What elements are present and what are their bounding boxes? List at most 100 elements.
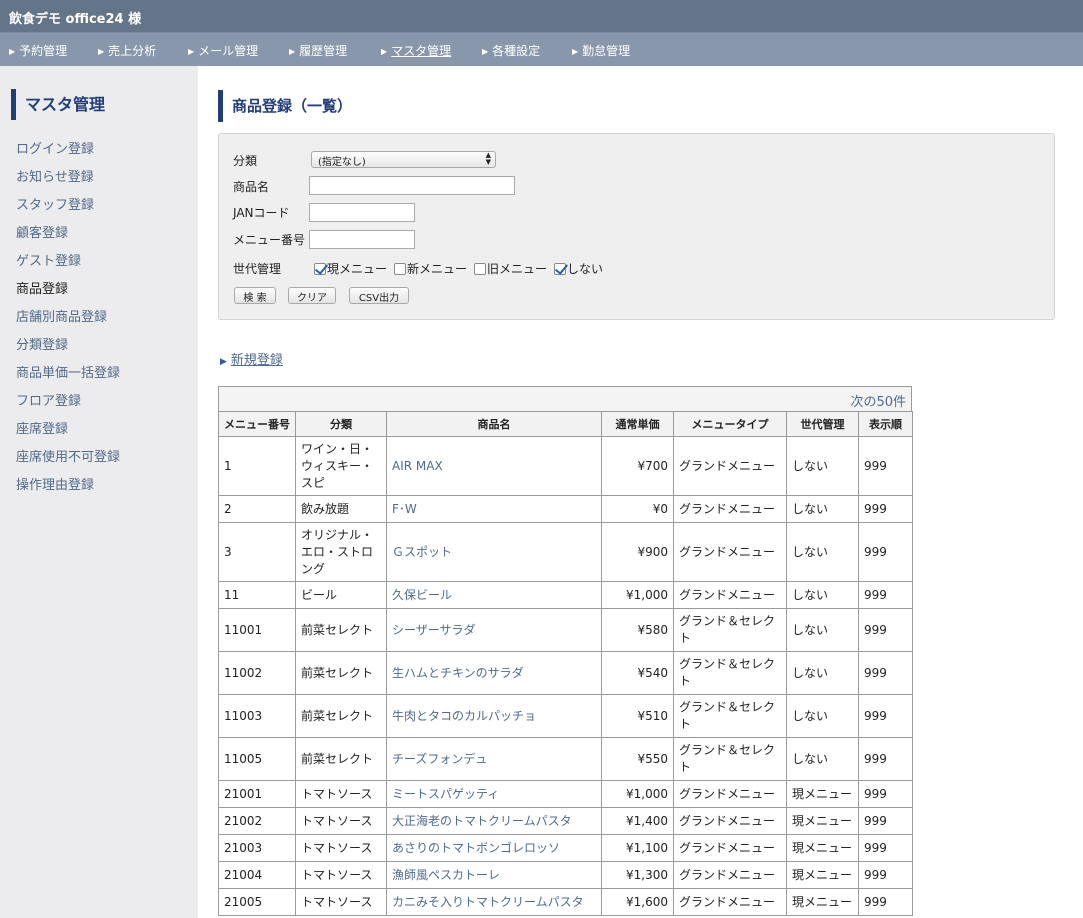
clear-button[interactable]: クリア: [288, 287, 336, 304]
cell-order: 999: [858, 651, 913, 695]
cell-product-name[interactable]: F･W: [386, 495, 602, 523]
checkbox-checked[interactable]: [554, 263, 566, 275]
sidebar-item-notice[interactable]: お知らせ登録: [16, 166, 94, 185]
product-name-label: 商品名: [233, 180, 270, 194]
option-current-menu[interactable]: 現メニュー: [314, 260, 387, 277]
sidebar-item-seat[interactable]: 座席登録: [16, 418, 68, 437]
cell-order: 999: [858, 608, 913, 652]
nav-attendance[interactable]: ▶ 勤怠管理: [572, 42, 630, 59]
sidebar-item-operation-reason[interactable]: 操作理由登録: [16, 474, 94, 493]
nav-master[interactable]: ▶ マスタ管理: [381, 42, 451, 59]
cell-generation: しない: [786, 495, 859, 523]
cell-product-name[interactable]: 久保ビール: [386, 581, 602, 609]
cell-generation: 現メニュー: [786, 888, 859, 916]
cell-menu-no: 11005: [218, 737, 296, 781]
col-header-generation: 世代管理: [786, 411, 859, 437]
sidebar-item-seat-unavailable[interactable]: 座席使用不可登録: [16, 446, 120, 465]
cell-product-name[interactable]: Ｇスポット: [386, 522, 602, 582]
cell-product-name[interactable]: 大正海老のトマトクリームパスタ: [386, 807, 602, 835]
cell-menu-type: グランド＆セレクト: [673, 737, 787, 781]
checkbox-unchecked[interactable]: [474, 263, 486, 275]
cell-category: 前菜セレクト: [295, 608, 387, 652]
sidebar-item-customer[interactable]: 顧客登録: [16, 222, 68, 241]
cell-product-name[interactable]: ミートスパゲッティ: [386, 780, 602, 808]
cell-menu-type: グランド＆セレクト: [673, 694, 787, 738]
cell-product-name[interactable]: カニみそ入りトマトクリームパスタ: [386, 888, 602, 916]
cell-product-name[interactable]: あさりのトマトボンゴレロッソ: [386, 834, 602, 862]
nav-sales-analysis[interactable]: ▶ 売上分析: [98, 42, 156, 59]
cell-category: ビール: [295, 581, 387, 609]
triangle-right-icon: ▶: [9, 47, 16, 56]
sidebar-item-guest[interactable]: ゲスト登録: [16, 250, 81, 269]
cell-menu-type: グランドメニュー: [673, 522, 787, 582]
sidebar-item-floor[interactable]: フロア登録: [16, 390, 81, 409]
nav-mail[interactable]: ▶ メール管理: [188, 42, 258, 59]
sidebar-item-category[interactable]: 分類登録: [16, 334, 68, 353]
table-row: 2 飲み放題 F･W ¥0 グランドメニュー しない 999: [218, 495, 913, 523]
cell-product-name[interactable]: AIR MAX: [386, 436, 602, 496]
table-row: 21004 トマトソース 漁師風ペスカトーレ ¥1,300 グランドメニュー 現メニュー 9…: [218, 861, 913, 889]
table-row: 11 ビール 久保ビール ¥1,000 グランドメニュー しない 999: [218, 581, 913, 609]
cell-product-name[interactable]: シーザーサラダ: [386, 608, 602, 652]
new-registration-link[interactable]: ▶ 新規登録: [220, 349, 283, 368]
jan-code-input[interactable]: [309, 203, 415, 222]
category-select[interactable]: (指定なし) ▲ ▼: [311, 151, 496, 168]
sidebar-item-store-product[interactable]: 店舗別商品登録: [16, 306, 107, 325]
cell-menu-type: グランド＆セレクト: [673, 608, 787, 652]
cell-menu-no: 11: [218, 581, 296, 609]
option-none[interactable]: しない: [554, 260, 603, 277]
cell-category: 飲み放題: [295, 495, 387, 523]
csv-export-button[interactable]: CSV出力: [349, 287, 409, 304]
triangle-right-icon: ▶: [188, 47, 195, 56]
sidebar-item-staff[interactable]: スタッフ登録: [16, 194, 94, 213]
select-arrows-icon: ▲ ▼: [485, 151, 491, 166]
nav-reservation[interactable]: ▶ 予約管理: [9, 42, 67, 59]
cell-generation: しない: [786, 522, 859, 582]
cell-product-name[interactable]: 生ハムとチキンのサラダ: [386, 651, 602, 695]
cell-menu-type: グランドメニュー: [673, 581, 787, 609]
product-name-input[interactable]: [309, 176, 515, 195]
cell-product-name[interactable]: チーズフォンデュ: [386, 737, 602, 781]
cell-price: ¥550: [601, 737, 674, 781]
checkbox-checked[interactable]: [314, 263, 326, 275]
cell-generation: しない: [786, 651, 859, 695]
sidebar-item-bulk-price[interactable]: 商品単価一括登録: [16, 362, 120, 381]
nav-settings[interactable]: ▶ 各種設定: [482, 42, 540, 59]
cell-menu-no: 11001: [218, 608, 296, 652]
cell-order: 999: [858, 888, 913, 916]
cell-category: トマトソース: [295, 861, 387, 889]
table-row: 21005 トマトソース カニみそ入りトマトクリームパスタ ¥1,600 グランドメニュ…: [218, 888, 913, 916]
cell-generation: 現メニュー: [786, 780, 859, 808]
cell-order: 999: [858, 807, 913, 835]
cell-menu-type: グランドメニュー: [673, 436, 787, 496]
option-new-menu[interactable]: 新メニュー: [394, 260, 467, 277]
sidebar-item-product[interactable]: 商品登録: [16, 278, 68, 297]
cell-order: 999: [858, 834, 913, 862]
cell-generation: 現メニュー: [786, 834, 859, 862]
cell-product-name[interactable]: 牛肉とタコのカルパッチョ: [386, 694, 602, 738]
cell-category: 前菜セレクト: [295, 737, 387, 781]
cell-menu-no: 21004: [218, 861, 296, 889]
cell-menu-no: 21002: [218, 807, 296, 835]
cell-price: ¥1,000: [601, 581, 674, 609]
option-old-menu[interactable]: 旧メニュー: [474, 260, 547, 277]
triangle-right-icon: ▶: [98, 47, 105, 56]
menu-number-input[interactable]: [309, 230, 415, 249]
search-button[interactable]: 検 索: [234, 287, 276, 304]
nav-history[interactable]: ▶ 履歴管理: [289, 42, 347, 59]
product-table: メニュー番号 分類 商品名 通常単価 メニュータイプ 世代管理 表示順 1 ワイン…: [218, 411, 913, 916]
cell-menu-no: 1: [218, 436, 296, 496]
checkbox-unchecked[interactable]: [394, 263, 406, 275]
next-page-link[interactable]: 次の50件: [218, 386, 912, 411]
cell-price: ¥0: [601, 495, 674, 523]
cell-order: 999: [858, 581, 913, 609]
cell-category: トマトソース: [295, 834, 387, 862]
triangle-right-icon: ▶: [289, 47, 296, 56]
cell-menu-no: 3: [218, 522, 296, 582]
cell-product-name[interactable]: 漁師風ペスカトーレ: [386, 861, 602, 889]
cell-order: 999: [858, 694, 913, 738]
table-row: 11003 前菜セレクト 牛肉とタコのカルパッチョ ¥510 グランド＆セレクト しない 9…: [218, 694, 913, 738]
sidebar-item-login[interactable]: ログイン登録: [16, 138, 94, 157]
cell-generation: 現メニュー: [786, 807, 859, 835]
cell-generation: しない: [786, 436, 859, 496]
